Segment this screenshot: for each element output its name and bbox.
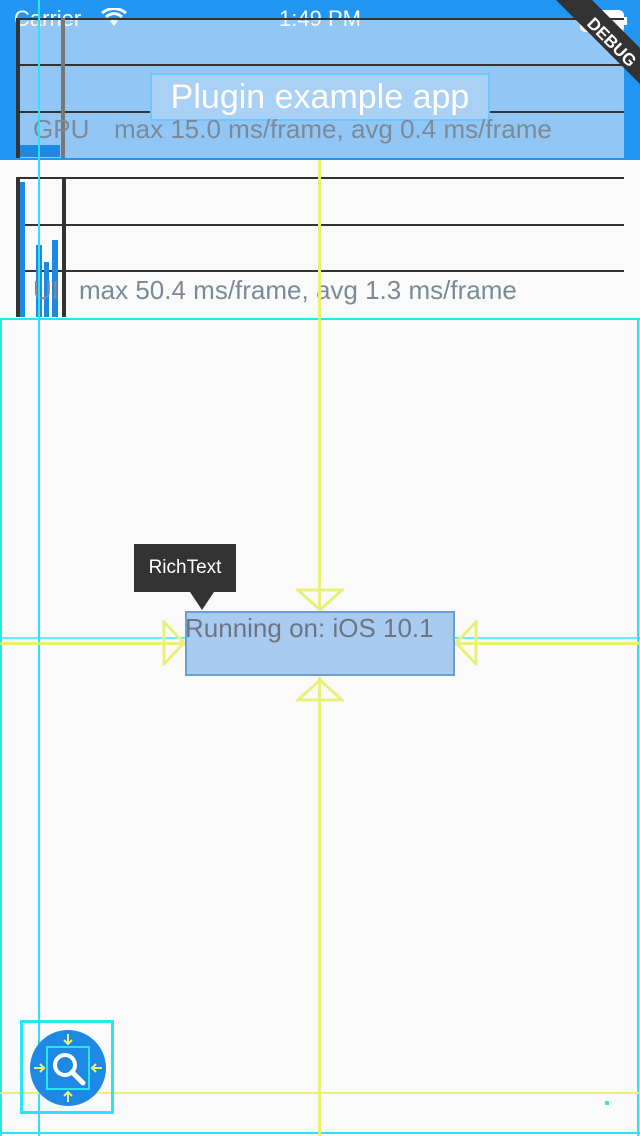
alignment-line: [318, 160, 321, 610]
arrow-left-icon: [454, 620, 478, 666]
debug-banner: DEBUG: [556, 0, 640, 84]
inspector-tooltip: RichText: [134, 544, 236, 592]
perf-ui-spike: [20, 182, 25, 317]
perf-frame-marker: [62, 177, 66, 317]
platform-version-text: Running on: iOS 10.1: [185, 613, 434, 643]
perf-gpu-stats: max 15.0 ms/frame, avg 0.4 ms/frame: [114, 114, 552, 144]
arrow-right-icon: [162, 620, 186, 666]
alignment-line: [0, 642, 185, 645]
perf-ui-stats: max 50.4 ms/frame, avg 1.3 ms/frame: [79, 275, 517, 305]
fab-arrows-icon: [34, 1034, 102, 1102]
alignment-line: [455, 642, 640, 645]
inspector-guide: [38, 0, 40, 1136]
inspector-guide-dot: [605, 1101, 609, 1105]
arrow-down-icon: [296, 588, 344, 612]
perf-gpu-label: GPU: [33, 114, 90, 144]
alignment-line: [318, 677, 321, 1136]
inspector-guide: [0, 318, 2, 1136]
arrow-up-icon: [296, 678, 344, 702]
perf-ui-label: UI: [33, 275, 59, 305]
perf-axis: [16, 18, 20, 158]
inspector-guide: [637, 318, 639, 1136]
perf-gpu-spikes: [20, 145, 60, 157]
tooltip-arrow: [190, 592, 214, 610]
